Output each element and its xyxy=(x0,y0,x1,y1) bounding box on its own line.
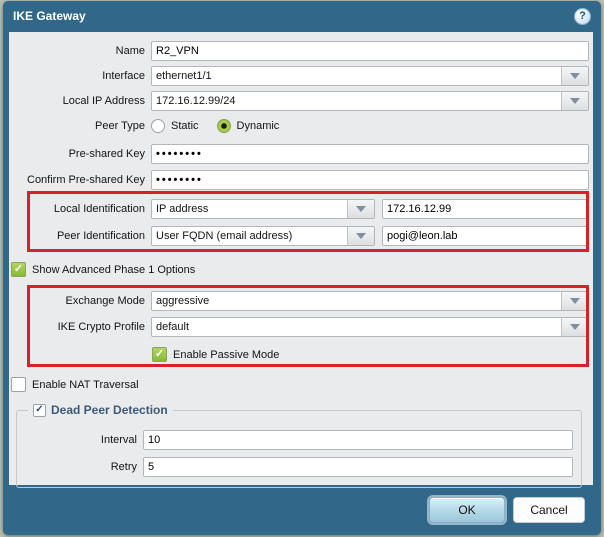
titlebar: IKE Gateway ? xyxy=(3,1,601,31)
name-row: Name xyxy=(11,41,589,61)
local-ip-row: Local IP Address 172.16.12.99/24 xyxy=(11,91,589,111)
local-id-row: Local Identification IP address xyxy=(11,199,589,219)
retry-input[interactable] xyxy=(143,457,573,477)
peer-type-dynamic-radio[interactable] xyxy=(216,119,231,133)
identification-section: Local Identification IP address Peer Ide… xyxy=(11,191,589,252)
interface-value: ethernet1/1 xyxy=(156,70,212,82)
confirm-psk-input[interactable] xyxy=(151,170,589,190)
local-ip-select[interactable]: 172.16.12.99/24 xyxy=(151,91,589,111)
chevron-down-icon[interactable] xyxy=(561,92,588,110)
local-id-value-input[interactable] xyxy=(382,199,589,219)
chevron-down-icon[interactable] xyxy=(561,318,588,336)
interval-input[interactable] xyxy=(143,430,573,450)
peer-id-row: Peer Identification User FQDN (email add… xyxy=(11,226,589,246)
dead-peer-detection-legend: ✓ Dead Peer Detection xyxy=(28,403,173,417)
ike-crypto-label: IKE Crypto Profile xyxy=(57,321,145,333)
dpd-label: Dead Peer Detection xyxy=(51,403,168,417)
exchange-mode-label: Exchange Mode xyxy=(65,295,146,307)
chevron-down-icon[interactable] xyxy=(347,227,374,245)
nat-traversal-checkbox[interactable] xyxy=(11,377,26,392)
dialog-title: IKE Gateway xyxy=(13,9,86,23)
exchange-mode-select[interactable]: aggressive xyxy=(151,291,589,311)
confirm-psk-row: Confirm Pre-shared Key xyxy=(11,170,589,190)
advanced-options-section: Exchange Mode aggressive IKE Crypto Prof… xyxy=(11,285,589,367)
interface-label: Interface xyxy=(102,70,145,82)
passive-mode-label: Enable Passive Mode xyxy=(173,348,280,361)
chevron-down-icon[interactable] xyxy=(347,200,374,218)
show-advanced-label: Show Advanced Phase 1 Options xyxy=(32,263,196,276)
name-input[interactable] xyxy=(151,41,589,61)
psk-input[interactable] xyxy=(151,144,589,164)
interface-select[interactable]: ethernet1/1 xyxy=(151,66,589,86)
ok-button[interactable]: OK xyxy=(429,497,505,523)
dialog-body: Name Interface ethernet1/1 Local IP Addr… xyxy=(9,32,593,488)
interval-label: Interval xyxy=(100,434,137,446)
ike-crypto-select[interactable]: default xyxy=(151,317,589,337)
nat-traversal-row: Enable NAT Traversal xyxy=(11,377,589,392)
interface-row: Interface ethernet1/1 xyxy=(11,66,589,86)
psk-label: Pre-shared Key xyxy=(68,148,145,160)
show-advanced-checkbox[interactable]: ✓ xyxy=(11,262,26,277)
dpd-checkbox[interactable]: ✓ xyxy=(33,403,46,417)
exchange-mode-value: aggressive xyxy=(156,295,210,307)
local-ip-label: Local IP Address xyxy=(62,95,145,107)
name-label: Name xyxy=(115,45,145,57)
peer-type-row: Peer Type Static Dynamic xyxy=(11,119,589,133)
ike-gateway-dialog: IKE Gateway ? Name Interface ethernet1/1… xyxy=(3,1,601,535)
dialog-footer: OK Cancel xyxy=(3,485,601,535)
chevron-down-icon[interactable] xyxy=(561,292,588,310)
local-id-type-select[interactable]: IP address xyxy=(151,199,375,219)
interval-row: Interval xyxy=(17,430,573,450)
confirm-psk-label: Confirm Pre-shared Key xyxy=(27,174,145,186)
cancel-button[interactable]: Cancel xyxy=(513,497,585,523)
retry-row: Retry xyxy=(17,457,573,477)
retry-label: Retry xyxy=(110,461,137,473)
ike-crypto-value: default xyxy=(156,321,190,333)
local-id-label: Local Identification xyxy=(53,203,145,215)
peer-id-type-select[interactable]: User FQDN (email address) xyxy=(151,226,375,246)
psk-row: Pre-shared Key xyxy=(11,144,589,164)
ike-crypto-row: IKE Crypto Profile default xyxy=(11,317,589,337)
peer-id-label: Peer Identification xyxy=(56,230,145,242)
peer-id-type-value: User FQDN (email address) xyxy=(156,230,293,242)
passive-mode-row: ✓ Enable Passive Mode xyxy=(152,347,589,362)
show-advanced-row: ✓ Show Advanced Phase 1 Options xyxy=(11,262,589,277)
passive-mode-checkbox[interactable]: ✓ xyxy=(152,347,167,362)
peer-type-static-radio[interactable] xyxy=(151,119,165,133)
peer-id-value-input[interactable] xyxy=(382,226,589,246)
dead-peer-detection-group: ✓ Dead Peer Detection Interval Retry xyxy=(16,403,582,488)
help-icon[interactable]: ? xyxy=(574,7,591,25)
chevron-down-icon[interactable] xyxy=(561,67,588,85)
exchange-mode-row: Exchange Mode aggressive xyxy=(11,291,589,311)
local-ip-value: 172.16.12.99/24 xyxy=(156,95,236,107)
peer-type-dynamic-label: Dynamic xyxy=(236,120,280,132)
peer-type-static-label: Static xyxy=(171,120,199,132)
peer-type-label: Peer Type xyxy=(95,120,145,132)
local-id-type-value: IP address xyxy=(156,203,209,215)
nat-traversal-label: Enable NAT Traversal xyxy=(32,378,139,391)
